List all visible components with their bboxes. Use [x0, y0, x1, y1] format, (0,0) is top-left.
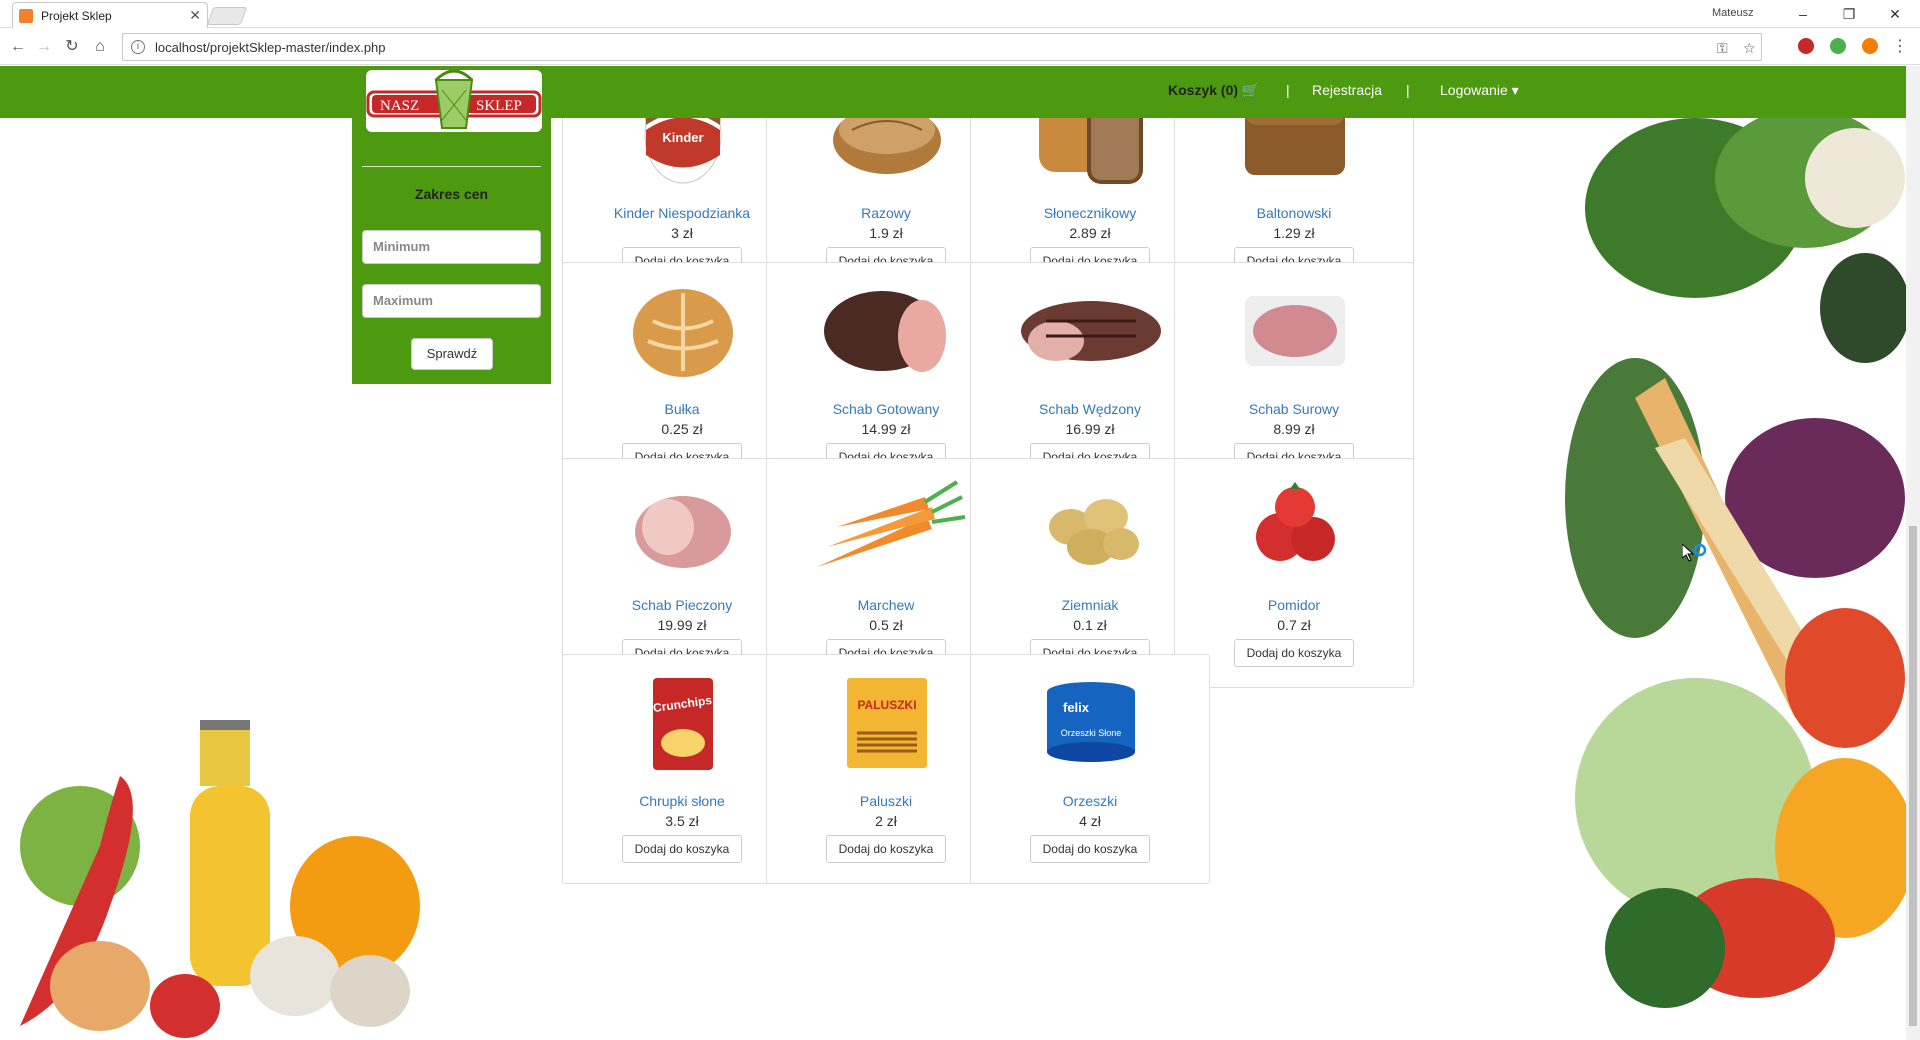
profile-name[interactable]: Mateusz	[1712, 7, 1754, 19]
bookmark-star-icon[interactable]: ☆	[1743, 40, 1756, 57]
chips-bag-image[interactable]: Crunchips	[583, 663, 783, 783]
busy-cursor-icon	[1682, 544, 1707, 562]
browser-tab[interactable]: Projekt Sklep ✕	[12, 2, 208, 28]
ublock-extension-icon[interactable]	[1798, 38, 1814, 54]
product-price: 8.99 zł	[1273, 421, 1315, 437]
product-card: Pomidor 0.7 zł Dodaj do koszyka	[1174, 458, 1414, 688]
add-to-cart-button[interactable]: Dodaj do koszyka	[1030, 835, 1150, 863]
cart-link[interactable]: Koszyk (0) 🛒	[1168, 82, 1259, 99]
key-icon[interactable]: ⚿	[1717, 40, 1728, 57]
add-to-cart-button[interactable]: Dodaj do koszyka	[622, 835, 742, 863]
menu-kebab-icon[interactable]: ⋮	[1890, 37, 1910, 57]
price-min-input[interactable]: Minimum	[362, 230, 541, 264]
smoked-pork-image[interactable]	[991, 271, 1191, 391]
potatoes-image[interactable]	[991, 467, 1191, 587]
caret-down-icon: ▾	[1511, 82, 1519, 98]
product-card: felix Orzeszki Słone Orzeszki 4 zł Dodaj …	[970, 654, 1210, 884]
restore-icon[interactable]: ❐	[1832, 3, 1866, 25]
carrots-image[interactable]	[787, 467, 987, 587]
add-to-cart-button[interactable]: Dodaj do koszyka	[826, 835, 946, 863]
peanut-can-image[interactable]: felix Orzeszki Słone	[991, 663, 1191, 783]
cart-icon: 🛒	[1241, 82, 1260, 98]
scrollbar-thumb[interactable]	[1909, 526, 1917, 1026]
check-price-button[interactable]: Sprawdź	[411, 338, 493, 370]
pretzel-sticks-image[interactable]: PALUSZKI	[787, 663, 987, 783]
close-window-icon[interactable]: ✕	[1878, 3, 1912, 25]
address-bar[interactable]: i localhost/projektSklep-master/index.ph…	[122, 33, 1762, 61]
product-price: 1.29 zł	[1273, 225, 1315, 241]
vegetables-decoration-left	[20, 720, 420, 1038]
filter-sidebar: Zakres cen Minimum Maximum Sprawdź	[352, 118, 551, 384]
page-viewport: Koszyk (0) 🛒 | Rejestracja | Logowanie ▾…	[0, 66, 1906, 1040]
forward-icon[interactable]: →	[34, 37, 54, 57]
login-label: Logowanie	[1440, 82, 1508, 98]
cart-label: Koszyk (0)	[1168, 82, 1239, 98]
url-text: localhost/projektSklep-master/index.php	[155, 39, 386, 55]
nav-separator: |	[1406, 82, 1410, 98]
new-tab-button[interactable]	[206, 7, 248, 25]
register-link[interactable]: Rejestracja	[1312, 82, 1382, 98]
info-icon[interactable]: i	[131, 40, 145, 54]
vegetables-background-right	[1555, 118, 1906, 1040]
xampp-favicon-icon	[19, 8, 33, 23]
reload-icon[interactable]: ↻	[62, 37, 82, 57]
extension-orange-icon[interactable]	[1862, 38, 1878, 54]
shop-basket-logo-icon: NASZ SKLEP	[366, 70, 542, 129]
page-scrollbar[interactable]	[1906, 66, 1920, 1040]
smoked-ham-image[interactable]	[787, 271, 987, 391]
add-to-cart-button[interactable]: Dodaj do koszyka	[1234, 639, 1354, 667]
svg-text:Kinder: Kinder	[662, 130, 703, 145]
back-icon[interactable]: ←	[8, 37, 28, 57]
product-name[interactable]: Baltonowski	[1175, 205, 1413, 221]
tab-title: Projekt Sklep	[41, 8, 112, 23]
logo[interactable]: NASZ SKLEP	[366, 70, 542, 132]
price-range-heading: Zakres cen	[414, 186, 489, 202]
price-max-input[interactable]: Maximum	[362, 284, 541, 318]
home-icon[interactable]: ⌂	[90, 37, 110, 57]
bread-roll-image[interactable]	[583, 271, 783, 391]
login-dropdown[interactable]: Logowanie ▾	[1440, 82, 1519, 99]
tomatoes-image[interactable]	[1195, 467, 1395, 587]
product-name[interactable]: Orzeszki	[971, 793, 1209, 809]
divider	[362, 166, 541, 167]
browser-tabstrip: Projekt Sklep ✕ Mateusz – ❐ ✕	[0, 0, 1920, 28]
close-tab-icon[interactable]: ✕	[189, 7, 201, 24]
product-price: 0.7 zł	[1277, 617, 1311, 633]
svg-text:PALUSZKI: PALUSZKI	[857, 698, 916, 712]
logo-text-right: SKLEP	[476, 98, 522, 114]
product-name[interactable]: Pomidor	[1175, 597, 1413, 613]
raw-pork-image[interactable]	[1195, 271, 1395, 391]
product-name[interactable]: Schab Surowy	[1175, 401, 1413, 417]
logo-text-left: NASZ	[380, 98, 419, 114]
svg-text:Orzeszki Słone: Orzeszki Słone	[1061, 728, 1122, 738]
nav-separator: |	[1286, 82, 1290, 98]
product-price: 4 zł	[1079, 813, 1101, 829]
svg-text:felix: felix	[1063, 700, 1090, 715]
extension-icon[interactable]	[1830, 38, 1846, 54]
browser-toolbar: ← → ↻ ⌂ i localhost/projektSklep-master/…	[0, 29, 1920, 65]
top-navbar: Koszyk (0) 🛒 | Rejestracja | Logowanie ▾	[0, 66, 1906, 118]
minimize-icon[interactable]: –	[1786, 3, 1820, 25]
roast-pork-image[interactable]	[583, 467, 783, 587]
